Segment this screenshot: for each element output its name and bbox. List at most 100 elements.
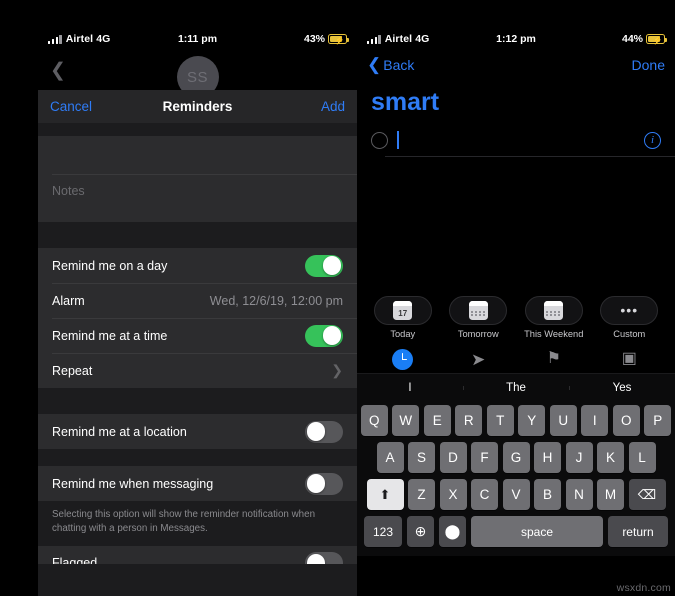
toggle-remind-at-location[interactable] [305,420,343,443]
key-v[interactable]: V [502,479,530,510]
info-circle-icon[interactable]: i [644,131,661,149]
key-q[interactable]: Q [360,405,388,436]
key-x[interactable]: X [439,479,467,510]
on-screen-keyboard: Q W E R T Y U I O P A S D F G H J K L ⬆ … [357,401,675,556]
notes-input[interactable]: Notes [38,174,357,222]
key-w[interactable]: W [392,405,420,436]
calendar-tomorrow-icon [449,296,508,325]
location-icon-cell[interactable]: ➤ [444,349,512,368]
dual-screenshot-container: Airtel 4G 1:11 pm 43% ⚡ ❮ SS Cancel Remi… [0,0,675,596]
quick-action-today[interactable]: 17 Today [369,296,437,339]
row-remind-at-time[interactable]: Remind me at a time [38,318,357,353]
clock-icon-cell[interactable] [369,348,437,370]
prediction-1[interactable]: I [357,382,463,394]
alarm-value: Wed, 12/6/19, 12:00 pm [209,293,343,308]
back-chevron-icon[interactable]: ❮ [50,61,66,80]
watermark: wsxdn.com [616,582,671,594]
key-e[interactable]: E [423,405,451,436]
left-phone-screen: Airtel 4G 1:11 pm 43% ⚡ ❮ SS Cancel Remi… [0,0,357,596]
key-y[interactable]: Y [518,405,546,436]
key-h[interactable]: H [534,442,561,473]
quick-action-this-weekend[interactable]: This Weekend [520,296,588,339]
camera-icon[interactable]: ▣ [622,351,637,367]
predictive-text-bar: I The Yes [357,373,675,401]
shift-key[interactable]: ⬆ [366,479,404,510]
messaging-footnote: Selecting this option will show the remi… [38,501,357,546]
back-button[interactable]: ❮ Back [367,56,414,73]
space-key[interactable]: space [471,516,603,547]
key-a[interactable]: A [376,442,404,473]
key-b[interactable]: B [534,479,561,510]
clock-icon[interactable] [392,348,414,370]
key-k[interactable]: K [597,442,624,473]
spacer [38,449,357,466]
list-title: smart [371,88,440,116]
battery-charging-icon: ⚡ [328,34,349,45]
key-g[interactable]: G [502,442,530,473]
globe-icon[interactable]: ⊕ [407,516,434,547]
key-f[interactable]: F [471,442,498,473]
key-i[interactable]: I [581,405,609,436]
row-remind-at-location[interactable]: Remind me at a location [38,414,357,449]
key-z[interactable]: Z [408,479,435,510]
quick-action-label: Tomorrow [457,329,499,339]
row-label: Alarm [52,293,85,308]
row-remind-on-day[interactable]: Remind me on a day [38,248,357,283]
numbers-key[interactable]: 123 [364,516,402,547]
key-m[interactable]: M [597,479,624,510]
flagged-group-clipped: Flagged [38,545,357,564]
location-arrow-icon[interactable]: ➤ [471,349,486,368]
ellipsis-icon: ••• [600,296,659,325]
backspace-key[interactable]: ⌫ [628,479,666,510]
key-c[interactable]: C [471,479,498,510]
quick-action-label: This Weekend [524,329,584,339]
new-reminder-row[interactable]: i [357,123,675,157]
keyboard-row-1: Q W E R T Y U I O P [360,405,673,436]
carrier-label: Airtel 4G [65,33,111,45]
toggle-remind-at-time[interactable] [305,324,343,347]
empty-circle-icon[interactable] [371,131,388,149]
row-repeat[interactable]: Repeat ❯ [38,353,357,388]
key-d[interactable]: D [439,442,467,473]
key-j[interactable]: J [565,442,593,473]
prediction-2[interactable]: The [463,382,569,394]
quick-action-custom[interactable]: ••• Custom [595,296,663,339]
camera-icon-cell[interactable]: ▣ [595,351,663,367]
battery-percent-label: 43% [303,33,325,45]
prediction-3[interactable]: Yes [569,382,675,394]
avatar-band: ❮ SS [38,50,357,98]
quick-actions-row: 17 Today Tomorrow This Weekend ••• Custo… [357,288,675,339]
return-key[interactable]: return [608,516,668,547]
row-label: Remind me at a time [52,328,168,343]
row-remind-when-messaging[interactable]: Remind me when messaging [38,466,357,501]
keyboard-row-4: 123 ⊕ ⬤ space return [360,516,673,547]
key-r[interactable]: R [455,405,483,436]
done-button[interactable]: Done [632,57,665,73]
toggle-remind-on-day[interactable] [305,254,343,277]
quick-action-label: Today [390,329,416,339]
row-flagged[interactable]: Flagged [38,546,357,564]
messaging-group: Remind me when messaging [38,466,357,501]
reminder-title-input[interactable] [38,136,357,174]
toggle-remind-when-messaging[interactable] [305,472,343,495]
location-group: Remind me at a location [38,414,357,449]
key-l[interactable]: L [628,442,656,473]
row-alarm[interactable]: Alarm Wed, 12/6/19, 12:00 pm [38,283,357,318]
right-navbar: ❮ Back Done [357,50,675,80]
microphone-icon[interactable]: ⬤ [439,516,466,547]
flag-icon[interactable]: ⚑ [547,351,561,367]
cancel-button[interactable]: Cancel [50,99,92,114]
key-p[interactable]: P [644,405,672,436]
key-s[interactable]: S [408,442,435,473]
battery-charging-icon: ⚡ [646,34,667,45]
key-o[interactable]: O [612,405,640,436]
calendar-weekend-icon [524,296,583,325]
key-n[interactable]: N [565,479,593,510]
add-button[interactable]: Add [321,99,345,114]
quick-action-tomorrow[interactable]: Tomorrow [444,296,512,339]
toggle-flagged[interactable] [305,552,343,564]
key-u[interactable]: U [549,405,577,436]
key-t[interactable]: T [486,405,514,436]
flag-icon-cell[interactable]: ⚑ [520,351,588,367]
left-navbar: Cancel Reminders Add [38,90,357,123]
